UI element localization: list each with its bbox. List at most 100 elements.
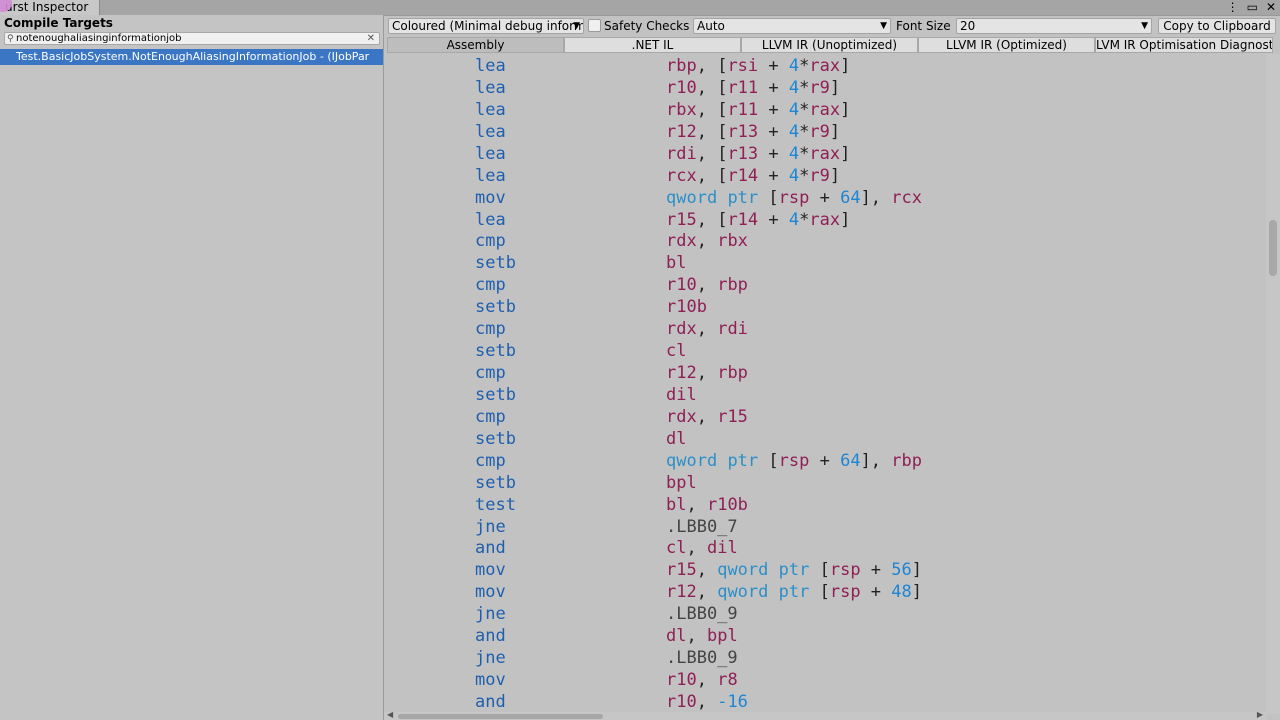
compile-targets-panel: Compile Targets ⚲ ✕ Test.BasicJobSystem.… (0, 15, 384, 720)
instruction-mnemonic: mov (475, 670, 506, 691)
tab-llvm-ir-unoptimized[interactable]: LLVM IR (Unoptimized) (741, 37, 918, 53)
instruction-mnemonic: lea (475, 99, 506, 120)
code-line: mov r10, r8 (384, 670, 1264, 692)
code-line: lea rbx, [r11 + 4*rax] (384, 100, 1264, 122)
font-size-dropdown[interactable]: 20 ▼ (956, 18, 1152, 34)
font-size-value: 20 (960, 19, 976, 33)
instruction-mnemonic: and (475, 691, 506, 712)
horizontal-scroll-thumb[interactable] (398, 714, 603, 719)
instruction-operands: r10, [r11 + 4*r9] (666, 77, 841, 98)
instruction-operands: cl (666, 341, 687, 362)
instruction-operands: r10b (666, 297, 707, 318)
assembly-code-view[interactable]: lea rbp, [rsi + 4*rax] lea r10, [r11 + 4*r9… (384, 54, 1266, 712)
code-line: cmp rdx, r15 (384, 407, 1264, 429)
compile-target-item[interactable]: Test.BasicJobSystem.NotEnoughAliasingInf… (0, 49, 383, 65)
code-line: mov r12, qword ptr [rsp + 48] (384, 582, 1264, 604)
target-platform-dropdown[interactable]: Auto ▼ (693, 18, 891, 34)
instruction-mnemonic: and (475, 538, 506, 559)
tab-llvm-ir-optimized[interactable]: LLVM IR (Optimized) (918, 37, 1095, 53)
instruction-mnemonic: jne (475, 648, 506, 669)
more-options-icon[interactable]: ⋮ (1227, 0, 1239, 15)
instruction-mnemonic: lea (475, 165, 506, 186)
safety-checks-toggle[interactable]: Safety Checks (588, 18, 689, 34)
close-icon[interactable]: ✕ (1266, 0, 1276, 15)
tab-net-il[interactable]: .NET IL (564, 37, 741, 53)
code-line: setb r10b (384, 297, 1264, 319)
tab-assembly[interactable]: Assembly (387, 37, 564, 53)
maximize-icon[interactable]: ▭ (1247, 0, 1258, 15)
instruction-mnemonic: lea (475, 209, 506, 230)
instruction-mnemonic: mov (475, 582, 506, 603)
instruction-mnemonic: mov (475, 560, 506, 581)
dropdown-arrow-icon: ▼ (1141, 21, 1148, 31)
compile-targets-header: Compile Targets (4, 16, 113, 30)
code-line: jne .LBB0_9 (384, 604, 1264, 626)
instruction-mnemonic: jne (475, 604, 506, 625)
instruction-operands: r10, r8 (666, 670, 738, 691)
code-line: mov r15, qword ptr [rsp + 56] (384, 560, 1264, 582)
vertical-scroll-thumb[interactable] (1269, 220, 1277, 276)
code-line: cmp qword ptr [rsp + 64], rbp (384, 451, 1264, 473)
target-platform-value: Auto (697, 19, 725, 33)
safety-checks-checkbox[interactable] (588, 19, 601, 32)
instruction-mnemonic: setb (475, 472, 516, 493)
instruction-operands: rdx, rbx (666, 231, 748, 252)
dropdown-arrow-icon: ▼ (573, 21, 580, 31)
horizontal-scrollbar[interactable]: ◀ ▶ (384, 710, 1266, 720)
instruction-operands: r10, -16 (666, 691, 748, 712)
code-line: cmp r10, rbp (384, 275, 1264, 297)
instruction-mnemonic: and (475, 626, 506, 647)
instruction-operands: bpl (666, 472, 697, 493)
code-line: mov qword ptr [rsp + 64], rcx (384, 188, 1264, 210)
code-line: test bl, r10b (384, 495, 1264, 517)
scroll-right-icon[interactable]: ▶ (1257, 710, 1263, 719)
view-tabs: Assembly .NET IL LLVM IR (Unoptimized) L… (387, 37, 1273, 53)
code-line: and dl, bpl (384, 626, 1264, 648)
instruction-mnemonic: cmp (475, 406, 506, 427)
safety-checks-label: Safety Checks (604, 19, 690, 33)
code-line: lea rbp, [rsi + 4*rax] (384, 56, 1264, 78)
instruction-operands: rdi, [r13 + 4*rax] (666, 143, 851, 164)
instruction-operands: r12, rbp (666, 363, 748, 384)
instruction-operands: rbx, [r11 + 4*rax] (666, 99, 851, 120)
instruction-mnemonic: cmp (475, 450, 506, 471)
output-mode-dropdown[interactable]: Coloured (Minimal debug informa ▼ (388, 18, 584, 34)
instruction-operands: qword ptr [rsp + 64], rcx (666, 187, 922, 208)
instruction-mnemonic: cmp (475, 319, 506, 340)
tab-llvm-ir-optimisation-diagnostics[interactable]: LVM IR Optimisation Diagnostic (1095, 37, 1273, 53)
code-line: lea rcx, [r14 + 4*r9] (384, 166, 1264, 188)
code-line: setb dil (384, 385, 1264, 407)
code-line: jne .LBB0_7 (384, 517, 1264, 539)
copy-to-clipboard-button[interactable]: Copy to Clipboard (1158, 18, 1276, 34)
instruction-mnemonic: setb (475, 253, 516, 274)
code-line: setb cl (384, 341, 1264, 363)
inspector-toolbar: Coloured (Minimal debug informa ▼ Safety… (387, 17, 1280, 35)
instruction-mnemonic: setb (475, 341, 516, 362)
instruction-operands: dil (666, 384, 697, 405)
instruction-operands: bl (666, 253, 687, 274)
search-icon: ⚲ (7, 34, 14, 44)
instruction-operands: r10, rbp (666, 275, 748, 296)
scroll-left-icon[interactable]: ◀ (387, 710, 393, 719)
window-tab[interactable]: urst Inspector (0, 0, 100, 15)
target-search-field[interactable]: ⚲ ✕ (4, 32, 380, 45)
instruction-operands: qword ptr [rsp + 64], rbp (666, 450, 922, 471)
instruction-operands: cl, dil (666, 538, 738, 559)
title-bar: urst Inspector ⋮ ▭ ✕ (0, 0, 1280, 16)
instruction-operands: rdx, r15 (666, 406, 748, 427)
instruction-mnemonic: lea (475, 121, 506, 142)
instruction-operands: rbp, [rsi + 4*rax] (666, 56, 851, 76)
instruction-mnemonic: cmp (475, 363, 506, 384)
instruction-mnemonic: lea (475, 77, 506, 98)
code-line: cmp rdx, rdi (384, 319, 1264, 341)
instruction-operands: .LBB0_7 (666, 516, 738, 537)
instruction-mnemonic: setb (475, 428, 516, 449)
vertical-scrollbar[interactable] (1266, 54, 1280, 714)
target-search-input[interactable] (16, 33, 366, 44)
code-line: cmp rdx, rbx (384, 231, 1264, 253)
dropdown-arrow-icon: ▼ (880, 21, 887, 31)
code-line: and r10, -16 (384, 692, 1264, 712)
instruction-mnemonic: mov (475, 187, 506, 208)
code-line: and cl, dil (384, 538, 1264, 560)
clear-search-icon[interactable]: ✕ (367, 32, 375, 45)
